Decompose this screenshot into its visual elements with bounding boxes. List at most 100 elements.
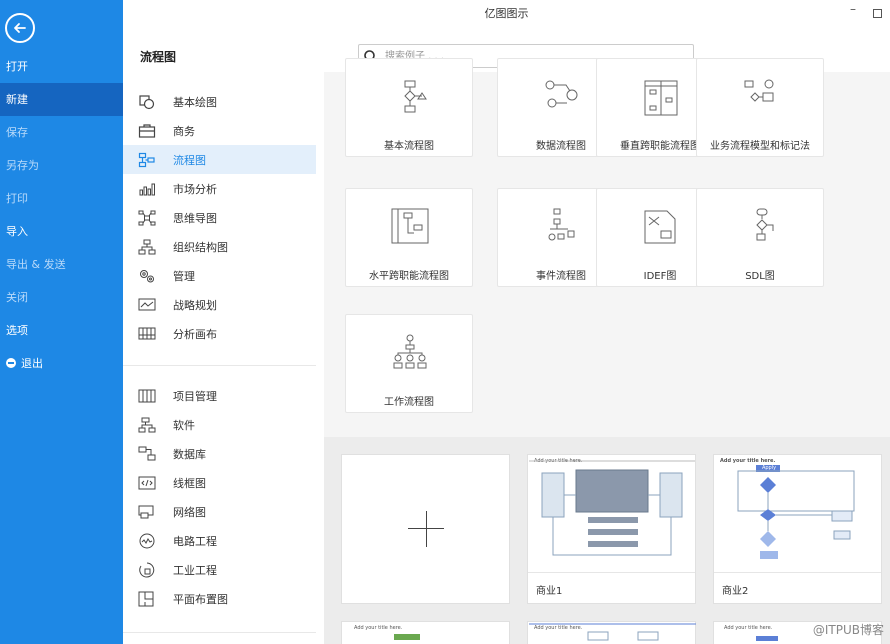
nav-new[interactable]: 新建 bbox=[0, 83, 123, 116]
category-project-management[interactable]: 项目管理 bbox=[123, 381, 316, 410]
category-org-chart[interactable]: 组织结构图 bbox=[123, 232, 316, 261]
workflow-icon bbox=[393, 334, 427, 369]
examples-area: Add your title here. 商业1 Add your title … bbox=[324, 437, 890, 644]
category-label: 平面布置图 bbox=[173, 592, 228, 606]
minimize-button[interactable]: – bbox=[850, 2, 856, 16]
category-label: 思维导图 bbox=[173, 211, 217, 225]
category-label: 流程图 bbox=[173, 153, 206, 167]
category-label: 分析画布 bbox=[173, 327, 217, 341]
category-floor-plan[interactable]: 平面布置图 bbox=[123, 584, 316, 613]
category-strategy[interactable]: 战略规划 bbox=[123, 290, 316, 319]
nav-close[interactable]: 关闭 bbox=[0, 281, 123, 314]
template-label: SDL图 bbox=[745, 271, 775, 282]
category-label: 项目管理 bbox=[173, 389, 217, 403]
gantt-icon bbox=[138, 389, 156, 403]
example-thumbnail-bar bbox=[394, 634, 420, 640]
example-mini-title: Add your title here. bbox=[354, 625, 403, 631]
category-basic-drawing[interactable]: 基本绘图 bbox=[123, 87, 316, 116]
plus-icon-vertical bbox=[426, 511, 427, 547]
nav-save[interactable]: 保存 bbox=[0, 116, 123, 149]
example-label: 商业1 bbox=[536, 586, 563, 597]
category-analysis-canvas[interactable]: 分析画布 bbox=[123, 319, 316, 348]
category-list: 基本绘图 商务 流程图 市场分析 思维导图 组织结构图 管理 战略规划 分析画布… bbox=[123, 72, 323, 644]
category-divider bbox=[123, 632, 316, 633]
example-card-business2[interactable]: Add your title here. Apply 商业2 bbox=[713, 454, 882, 604]
mindmap-icon bbox=[138, 210, 156, 226]
category-label: 电路工程 bbox=[173, 534, 217, 548]
category-software[interactable]: 软件 bbox=[123, 410, 316, 439]
category-business[interactable]: 商务 bbox=[123, 116, 316, 145]
horizontal-swimlane-icon bbox=[391, 208, 429, 244]
category-mind-map[interactable]: 思维导图 bbox=[123, 203, 316, 232]
template-grid: 基本流程图 数据流程图 垂直跨职能流程图 业务流程模型和标记法 水平跨职能流程图… bbox=[324, 58, 890, 437]
template-label: 基本流程图 bbox=[384, 141, 434, 152]
business-diagram-thumbnail bbox=[529, 460, 695, 556]
canvas-icon bbox=[138, 327, 156, 340]
template-tile[interactable]: 业务流程模型和标记法 bbox=[696, 58, 824, 157]
new-blank-card[interactable] bbox=[341, 454, 510, 604]
example-thumbnail: Add your title here. bbox=[528, 455, 695, 573]
nav-save-as[interactable]: 另存为 bbox=[0, 149, 123, 182]
nav-exit[interactable]: 退出 bbox=[0, 347, 123, 380]
category-label: 市场分析 bbox=[173, 182, 217, 196]
category-management[interactable]: 管理 bbox=[123, 261, 316, 290]
app-window: 打开 新建 保存 另存为 打印 导入 导出 & 发送 关闭 选项 退出 亿图图示… bbox=[0, 0, 890, 644]
bar-chart-icon bbox=[139, 183, 155, 196]
sdl-icon bbox=[756, 208, 774, 241]
database-icon bbox=[138, 446, 156, 461]
nav-open[interactable]: 打开 bbox=[0, 50, 123, 83]
nav-print[interactable]: 打印 bbox=[0, 182, 123, 215]
trend-icon bbox=[138, 298, 156, 311]
vertical-swimlane-icon bbox=[644, 80, 678, 116]
category-network[interactable]: 网络图 bbox=[123, 497, 316, 526]
category-flowchart[interactable]: 流程图 bbox=[123, 145, 316, 174]
example-label: 商业2 bbox=[722, 586, 749, 597]
orgchart-icon bbox=[138, 239, 156, 255]
gears-icon bbox=[140, 270, 154, 283]
example-card[interactable]: Add your title here. bbox=[341, 621, 510, 644]
template-tile[interactable]: 基本流程图 bbox=[345, 58, 473, 157]
category-market-analysis[interactable]: 市场分析 bbox=[123, 174, 316, 203]
example-card-business1[interactable]: Add your title here. 商业1 bbox=[527, 454, 696, 604]
template-tile[interactable]: 工作流程图 bbox=[345, 314, 473, 413]
example-thumbnail bbox=[529, 623, 696, 641]
category-database[interactable]: 数据库 bbox=[123, 439, 316, 468]
template-tile[interactable]: 水平跨职能流程图 bbox=[345, 188, 473, 287]
section-title: 流程图 bbox=[140, 50, 177, 64]
maximize-button[interactable] bbox=[873, 9, 882, 18]
example-card[interactable]: Add your title here. bbox=[527, 621, 696, 644]
category-label: 组织结构图 bbox=[173, 240, 228, 254]
category-label: 基本绘图 bbox=[173, 95, 217, 109]
template-tile[interactable]: SDL图 bbox=[696, 188, 824, 287]
arrow-left-icon bbox=[14, 23, 26, 33]
example-thumbnail-bar bbox=[756, 636, 778, 641]
category-label: 管理 bbox=[173, 269, 195, 283]
wireframe-icon bbox=[138, 476, 156, 490]
nav-options[interactable]: 选项 bbox=[0, 314, 123, 347]
window-title: 亿图图示 bbox=[484, 7, 529, 20]
industrial-icon bbox=[139, 562, 155, 578]
category-industrial[interactable]: 工业工程 bbox=[123, 555, 316, 584]
example-mini-button: Apply bbox=[761, 465, 777, 471]
software-icon bbox=[138, 417, 156, 433]
back-button[interactable] bbox=[5, 13, 35, 43]
category-label: 网络图 bbox=[173, 505, 206, 519]
data-flow-icon bbox=[545, 80, 578, 108]
category-label: 商务 bbox=[173, 124, 195, 138]
category-label: 数据库 bbox=[173, 447, 206, 461]
category-label: 线框图 bbox=[173, 476, 206, 490]
flowchart-icon bbox=[138, 152, 155, 168]
category-wireframe[interactable]: 线框图 bbox=[123, 468, 316, 497]
left-nav: 打开 新建 保存 另存为 打印 导入 导出 & 发送 关闭 选项 退出 bbox=[0, 0, 123, 644]
business-flowchart-thumbnail bbox=[737, 465, 855, 559]
basic-flowchart-icon bbox=[404, 80, 427, 113]
nav-export-send[interactable]: 导出 & 发送 bbox=[0, 248, 123, 281]
title-bar: 亿图图示 – bbox=[123, 0, 890, 28]
template-label: 水平跨职能流程图 bbox=[369, 271, 449, 282]
nav-import[interactable]: 导入 bbox=[0, 215, 123, 248]
shapes-icon bbox=[139, 95, 155, 110]
bpmn-icon bbox=[744, 79, 774, 102]
category-label: 工业工程 bbox=[173, 563, 217, 577]
exit-icon bbox=[6, 358, 16, 368]
category-circuit[interactable]: 电路工程 bbox=[123, 526, 316, 555]
